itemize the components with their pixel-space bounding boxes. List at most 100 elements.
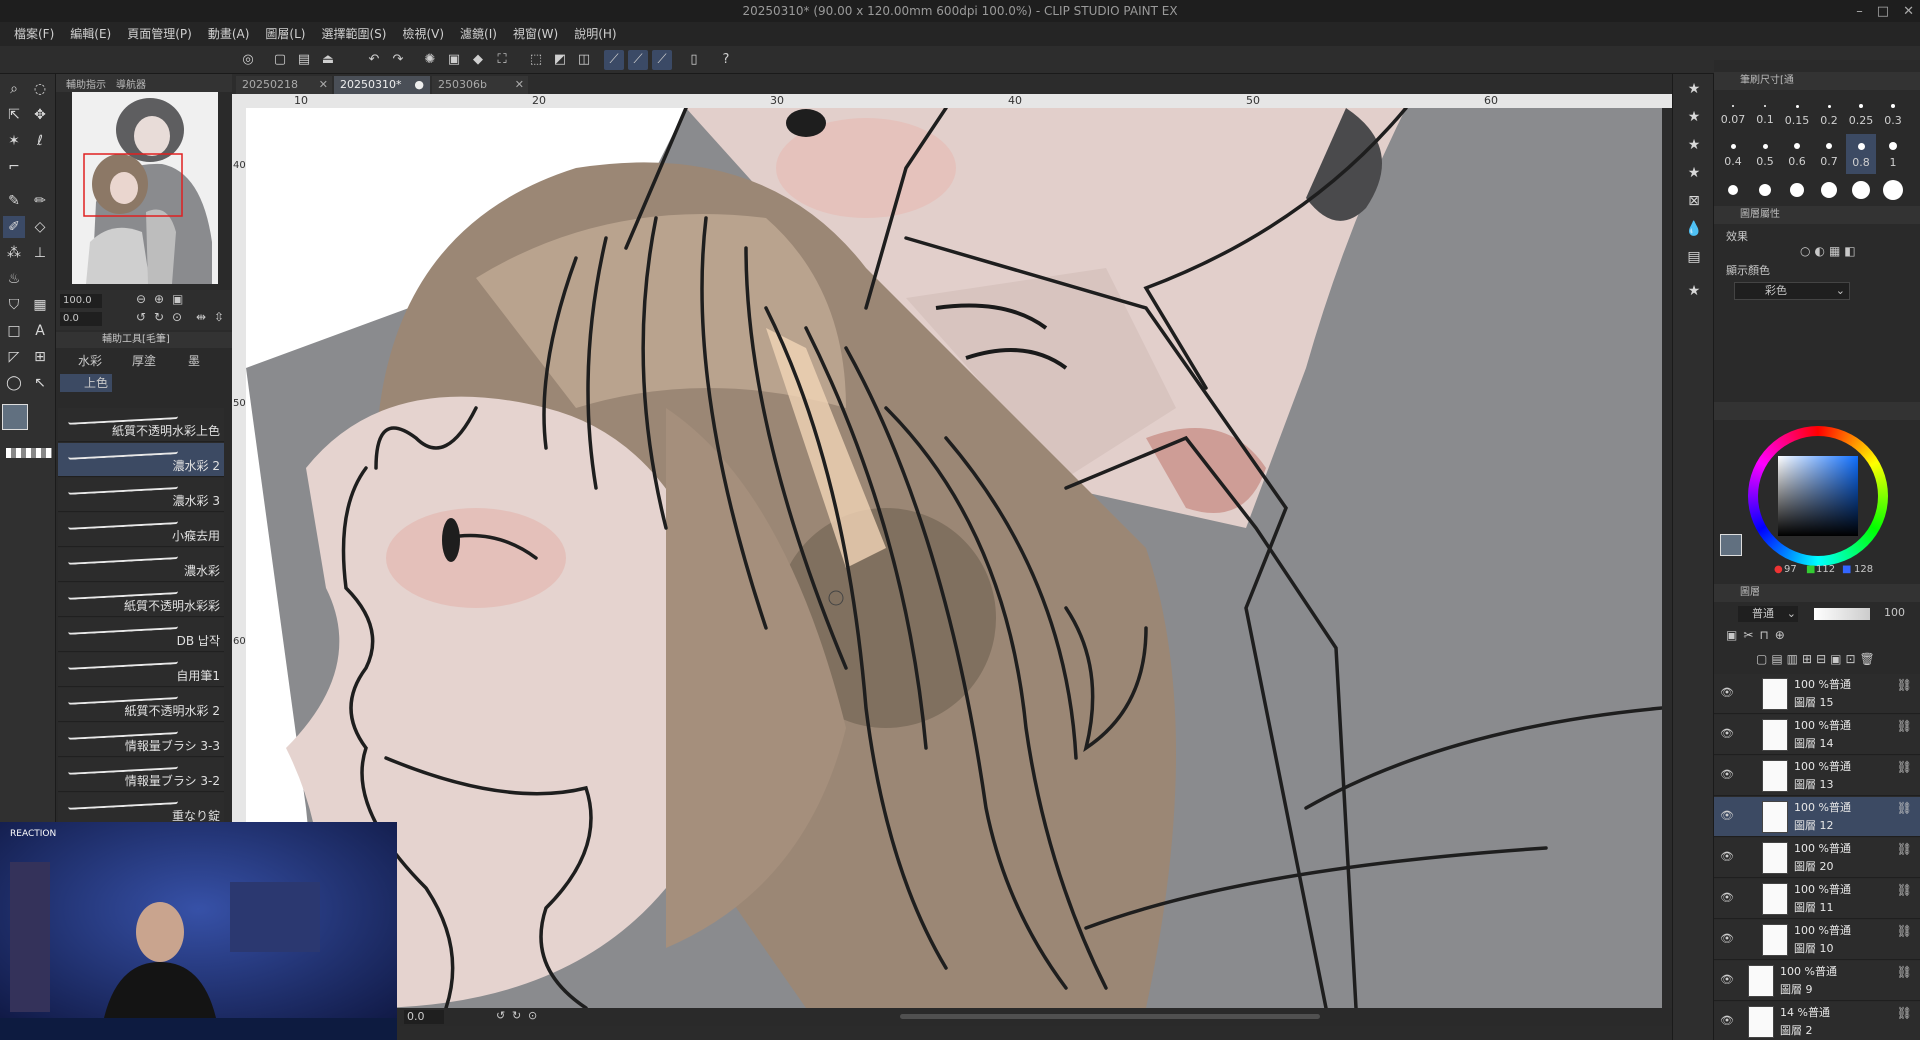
visibility-eye-icon[interactable]: 👁: [1720, 1014, 1734, 1027]
layer-row[interactable]: 👁 14 %普通 圖層 2 ⛓: [1714, 1002, 1920, 1040]
smartphone-icon[interactable]: ▯: [684, 50, 704, 70]
layer-link-icon[interactable]: ⛓: [1897, 1006, 1912, 1020]
balloon-icon[interactable]: ◯: [3, 372, 25, 394]
brush-item[interactable]: 紙質不透明水彩 2: [58, 688, 224, 722]
pencil-icon[interactable]: ✏: [29, 190, 51, 212]
size-dot-icon[interactable]: [1728, 185, 1738, 195]
size-dot-icon[interactable]: [1790, 183, 1804, 197]
size-dot-icon[interactable]: [1821, 182, 1837, 198]
material-star-icon[interactable]: ★: [1683, 162, 1705, 184]
clear-icon[interactable]: ✺: [420, 50, 440, 70]
clip-studio-icon[interactable]: ◎: [238, 50, 258, 70]
menu-window[interactable]: 視窗(W): [505, 22, 566, 46]
canvas-rotation-value[interactable]: 0.0: [404, 1010, 444, 1024]
brush-item[interactable]: 濃水彩: [58, 548, 224, 582]
rotation-value[interactable]: 0.0: [60, 312, 102, 326]
layer-row[interactable]: 👁 100 %普通 圖層 10 ⛓: [1714, 920, 1920, 960]
brush-size-cell[interactable]: 1: [1878, 134, 1908, 174]
eyedropper-icon[interactable]: ⌐: [3, 156, 25, 178]
operation-tool-icon[interactable]: ⇱: [3, 104, 25, 126]
opacity-slider[interactable]: [1814, 608, 1870, 620]
rotate-right-icon[interactable]: ↻: [154, 310, 164, 324]
help-icon[interactable]: ?: [716, 50, 736, 70]
pen-icon[interactable]: ✎: [3, 190, 25, 212]
save-icon[interactable]: ⏏: [318, 50, 338, 70]
visibility-eye-icon[interactable]: 👁: [1720, 809, 1734, 822]
drawing-canvas[interactable]: [246, 108, 1662, 1008]
size-dot-icon[interactable]: [1883, 180, 1903, 200]
snap-special-ruler-icon[interactable]: ⟋: [628, 50, 648, 70]
material-star-icon[interactable]: ★: [1683, 78, 1705, 100]
clear-outside-icon[interactable]: ▣: [444, 50, 464, 70]
visibility-eye-icon[interactable]: 👁: [1720, 768, 1734, 781]
magic-wand-icon[interactable]: ✶: [3, 130, 25, 152]
tab-sub-view[interactable]: 輔助指示: [66, 76, 106, 91]
transparent-color-swatch[interactable]: [6, 448, 52, 458]
selection-border-icon[interactable]: ◫: [574, 50, 594, 70]
hue-ring[interactable]: [1748, 426, 1888, 566]
brush-icon[interactable]: ✐: [3, 216, 25, 238]
size-dot-icon[interactable]: [1852, 181, 1870, 199]
main-color-swatch[interactable]: [2, 404, 28, 430]
correct-line-icon[interactable]: ↖: [29, 372, 51, 394]
layer-link-icon[interactable]: ⛓: [1897, 760, 1912, 774]
visibility-eye-icon[interactable]: 👁: [1720, 727, 1734, 740]
menu-view[interactable]: 檢視(V): [394, 22, 452, 46]
brush-size-cell[interactable]: 0.2: [1814, 94, 1844, 134]
brush-size-cell[interactable]: 0.8: [1846, 134, 1876, 174]
brush-item[interactable]: 濃水彩 3: [58, 478, 224, 512]
menu-animation[interactable]: 動畫(A): [200, 22, 258, 46]
layer-row[interactable]: 👁 100 %普通 圖層 9 ⛓: [1714, 961, 1920, 1001]
visibility-eye-icon[interactable]: 👁: [1720, 973, 1734, 986]
menu-page[interactable]: 頁面管理(P): [119, 22, 200, 46]
flip-vertical-icon[interactable]: ⇳: [214, 310, 224, 324]
horizontal-scrollbar[interactable]: [900, 1014, 1320, 1019]
layer-link-icon[interactable]: ⛓: [1897, 842, 1912, 856]
blend-mode-select[interactable]: 普通 ⌄: [1738, 606, 1798, 622]
close-button[interactable]: ✕: [1903, 4, 1914, 19]
rotate-left-icon[interactable]: ↺: [136, 310, 146, 324]
move-layer-icon[interactable]: ✥: [29, 104, 51, 126]
flip-horizontal-icon[interactable]: ⇹: [196, 310, 206, 324]
menu-edit[interactable]: 編輯(E): [62, 22, 119, 46]
brush-size-cell[interactable]: 0.07: [1718, 94, 1748, 134]
brush-item[interactable]: 小瘊去用: [58, 513, 224, 547]
lasso-icon[interactable]: ℓ: [29, 130, 51, 152]
visibility-eye-icon[interactable]: 👁: [1720, 686, 1734, 699]
menu-help[interactable]: 說明(H): [566, 22, 624, 46]
eraser-icon[interactable]: ◇: [29, 216, 51, 238]
layer-toolbar-icons[interactable]: ▣✂⊓⊕: [1726, 628, 1791, 642]
lasso-select-icon[interactable]: ◌: [29, 78, 51, 100]
brush-size-cell[interactable]: 0.15: [1782, 94, 1812, 134]
display-color-select[interactable]: 彩色 ⌄: [1734, 282, 1850, 300]
group-watercolor[interactable]: 水彩: [60, 352, 110, 370]
brush-size-cell[interactable]: 0.6: [1782, 134, 1812, 174]
brush-item[interactable]: 自用筆1: [58, 653, 224, 687]
brush-item[interactable]: 濃水彩 2: [58, 443, 224, 477]
snap-ruler-icon[interactable]: ⟋: [604, 50, 624, 70]
doc-tab-20250310[interactable]: 20250310* ●: [334, 76, 430, 94]
menu-layer[interactable]: 圖層(L): [257, 22, 313, 46]
layer-row[interactable]: 👁 100 %普通 圖層 11 ⛓: [1714, 879, 1920, 919]
doc-tab-250306b[interactable]: 250306b ✕: [432, 76, 528, 94]
effect-buttons[interactable]: ○◐▦◧: [1800, 244, 1860, 258]
doc-tab-20250218[interactable]: 20250218 ✕: [236, 76, 332, 94]
airbrush-icon[interactable]: ♨: [3, 268, 25, 290]
layer-link-icon[interactable]: ⛓: [1897, 924, 1912, 938]
zoom-out-icon[interactable]: ⊖: [136, 292, 146, 306]
fit-screen-icon[interactable]: ▣: [172, 292, 183, 306]
saturation-value-square[interactable]: [1778, 456, 1858, 536]
new-file-icon[interactable]: ▢: [270, 50, 290, 70]
layer-link-icon[interactable]: ⛓: [1897, 801, 1912, 815]
rotate-left-icon[interactable]: ↺: [496, 1009, 505, 1022]
text-icon[interactable]: A: [29, 320, 51, 342]
minimize-button[interactable]: –: [1856, 4, 1863, 19]
invert-selection-icon[interactable]: ◩: [550, 50, 570, 70]
rotate-right-icon[interactable]: ↻: [512, 1009, 521, 1022]
layer-row[interactable]: 👁 100 %普通 圖層 20 ⛓: [1714, 838, 1920, 878]
brush-item[interactable]: 紙質不透明水彩彩: [58, 583, 224, 617]
brush-item[interactable]: 紙質不透明水彩上色: [58, 408, 224, 442]
redo-icon[interactable]: ↷: [388, 50, 408, 70]
brush-item[interactable]: 情報量ブラシ 3-2: [58, 758, 224, 792]
open-folder-icon[interactable]: ▤: [294, 50, 314, 70]
